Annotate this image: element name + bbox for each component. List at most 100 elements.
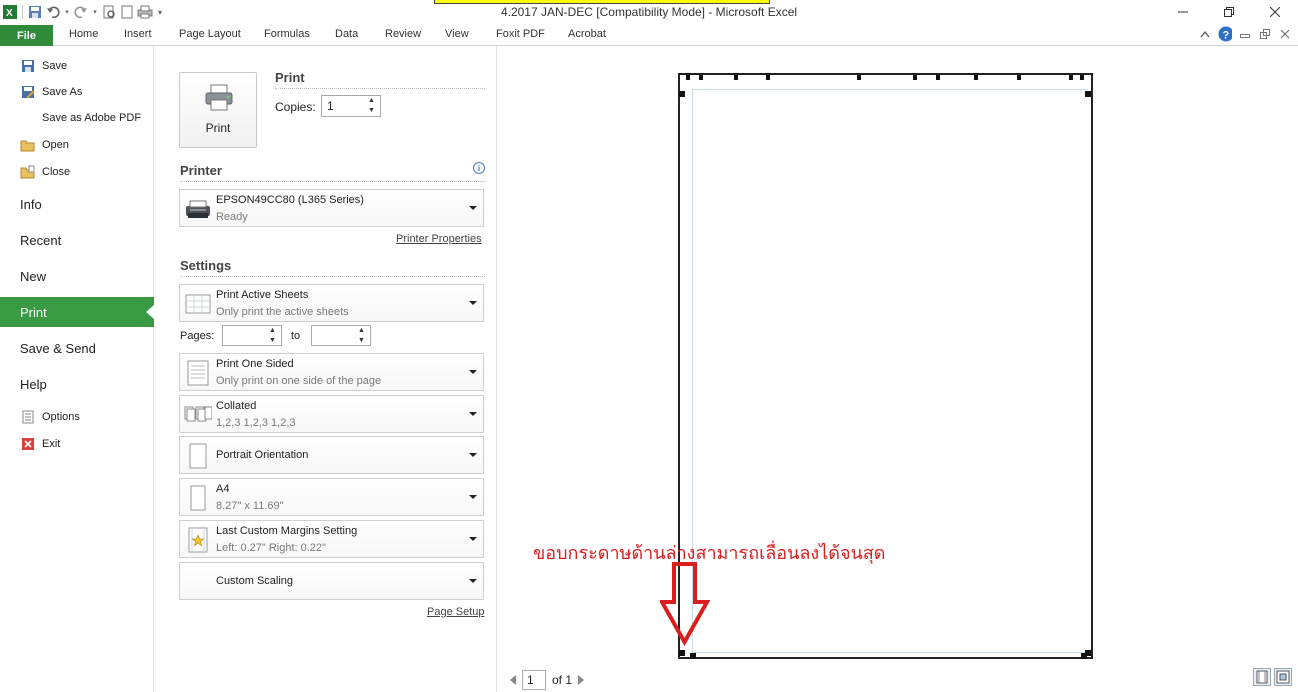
chevron-down-icon [469,495,477,499]
workbook-restore-icon[interactable] [1258,27,1272,41]
spinner-arrows[interactable]: ▲ ▼ [269,327,279,345]
bottom-margin-handle[interactable] [679,650,685,656]
print-preview-area: ขอบกระดาษด้านล่างสามารถเลื่อนลงได้จนสุด … [498,46,1298,692]
title-bar: X ▾ ▾ ▾ 4.2017 JAN-DEC [Compatibility Mo… [0,0,1298,24]
printer-icon [204,83,234,116]
divider [180,181,485,182]
tab-home[interactable]: Home [69,28,98,40]
bottom-margin-handle[interactable] [690,653,696,659]
nav-new[interactable]: New [0,261,154,291]
restore-button[interactable] [1206,0,1252,24]
margins-desc: Left: 0.27" Right: 0.22" [216,542,326,554]
minimize-ribbon-icon[interactable] [1198,27,1212,41]
tab-review[interactable]: Review [385,28,421,40]
tab-foxit-pdf[interactable]: Foxit PDF [496,28,545,40]
nav-open[interactable]: Open [20,135,69,155]
annotation-arrow-icon [658,562,711,649]
nav-print[interactable]: Print [0,297,155,327]
column-margin-handle[interactable] [1017,75,1021,80]
nav-save-adobe-pdf[interactable]: Save as Adobe PDF [20,108,141,128]
margins-label: Last Custom Margins Setting [216,525,358,537]
column-margin-handle[interactable] [699,75,703,80]
pages-label: Pages: [180,330,215,342]
printer-properties-link[interactable]: Printer Properties [396,233,482,245]
sheets-icon [184,289,212,319]
info-icon[interactable]: i [473,162,485,174]
tab-file[interactable]: File [0,25,53,47]
nav-exit[interactable]: Exit [20,434,60,454]
print-button[interactable]: Print [179,72,257,148]
scaling-dropdown[interactable]: Custom Scaling [179,562,484,600]
paper-size-dropdown[interactable]: A4 8.27" x 11.69" [179,478,484,516]
next-page-button[interactable] [578,675,585,685]
spinner-arrows[interactable]: ▲ ▼ [358,327,368,345]
previous-page-button[interactable] [510,675,516,685]
nav-info[interactable]: Info [0,189,154,219]
chevron-down-icon [469,370,477,374]
orientation-dropdown[interactable]: Portrait Orientation [179,436,484,474]
window-title: 4.2017 JAN-DEC [Compatibility Mode] - Mi… [500,5,798,19]
workbook-close-icon[interactable] [1278,27,1292,41]
nav-save-send[interactable]: Save & Send [0,333,154,363]
spinner-arrows[interactable]: ▲ ▼ [368,97,378,115]
nav-close[interactable]: Close [20,162,70,182]
minimize-button[interactable] [1160,0,1206,24]
help-icon[interactable]: ? [1218,26,1232,42]
print-settings-panel: Print Print Copies: 1 ▲ ▼ Printer i EPSON… [155,46,497,692]
page-navigator: 1 of 1 [510,670,585,690]
bottom-margin-handle[interactable] [1085,650,1091,656]
nav-save-adobe-label: Save as Adobe PDF [42,112,142,124]
options-icon [20,409,36,425]
current-page-input[interactable]: 1 [522,670,546,690]
column-margin-handle[interactable] [913,75,917,80]
zoom-to-page-button[interactable] [1274,668,1292,686]
one-sided-icon [184,358,212,388]
tab-insert[interactable]: Insert [124,28,152,40]
portrait-icon [184,441,212,471]
column-margin-handle[interactable] [1080,75,1084,80]
pages-to-spinner[interactable]: ▲ ▼ [311,325,371,346]
nav-save-as[interactable]: Save As [20,82,82,102]
column-margin-handle[interactable] [936,75,940,80]
tab-data[interactable]: Data [335,28,358,40]
pages-from-spinner[interactable]: ▲ ▼ [222,325,282,346]
column-margin-handle[interactable] [857,75,861,80]
sides-dropdown[interactable]: Print One Sided Only print on one side o… [179,353,484,391]
nav-options[interactable]: Options [20,407,80,427]
paper-size-icon [184,483,212,513]
column-margin-handle[interactable] [766,75,770,80]
open-folder-icon [20,137,36,153]
settings-heading: Settings [180,258,232,273]
nav-help[interactable]: Help [0,369,154,399]
tab-view[interactable]: View [445,28,469,40]
copies-spinner[interactable]: 1 ▲ ▼ [321,95,381,117]
show-margins-button[interactable] [1253,668,1271,686]
nav-exit-label: Exit [42,438,61,450]
margins-dropdown[interactable]: Last Custom Margins Setting Left: 0.27" … [179,520,484,558]
nav-recent[interactable]: Recent [0,225,154,255]
page-setup-link[interactable]: Page Setup [427,606,485,618]
column-margin-handle[interactable] [1069,75,1073,80]
printer-dropdown[interactable]: EPSON49CC80 (L365 Series) Ready [179,189,484,227]
printer-status: Ready [216,211,248,223]
tab-acrobat[interactable]: Acrobat [568,28,606,40]
tab-page-layout[interactable]: Page Layout [179,28,241,40]
column-margin-handle[interactable] [734,75,738,80]
margin-handle[interactable] [679,91,685,97]
copies-label: Copies: [275,100,316,114]
tab-formulas[interactable]: Formulas [264,28,310,40]
close-button[interactable] [1252,0,1298,24]
collation-dropdown[interactable]: Collated 1,2,3 1,2,3 1,2,3 [179,395,484,433]
workbook-minimize-icon[interactable] [1238,27,1252,41]
page-margin-guides [692,89,1088,653]
window-controls [1160,0,1298,24]
column-margin-handle[interactable] [686,75,690,80]
nav-save[interactable]: Save [20,56,67,76]
print-what-label: Print Active Sheets [216,289,309,301]
adobe-pdf-icon [20,110,36,126]
nav-options-label: Options [42,411,80,423]
print-what-dropdown[interactable]: Print Active Sheets Only print the activ… [179,284,484,322]
column-margin-handle[interactable] [974,75,978,80]
ribbon-tabs: File Home Insert Page Layout Formulas Da… [0,24,1298,47]
margin-handle[interactable] [1085,91,1091,97]
